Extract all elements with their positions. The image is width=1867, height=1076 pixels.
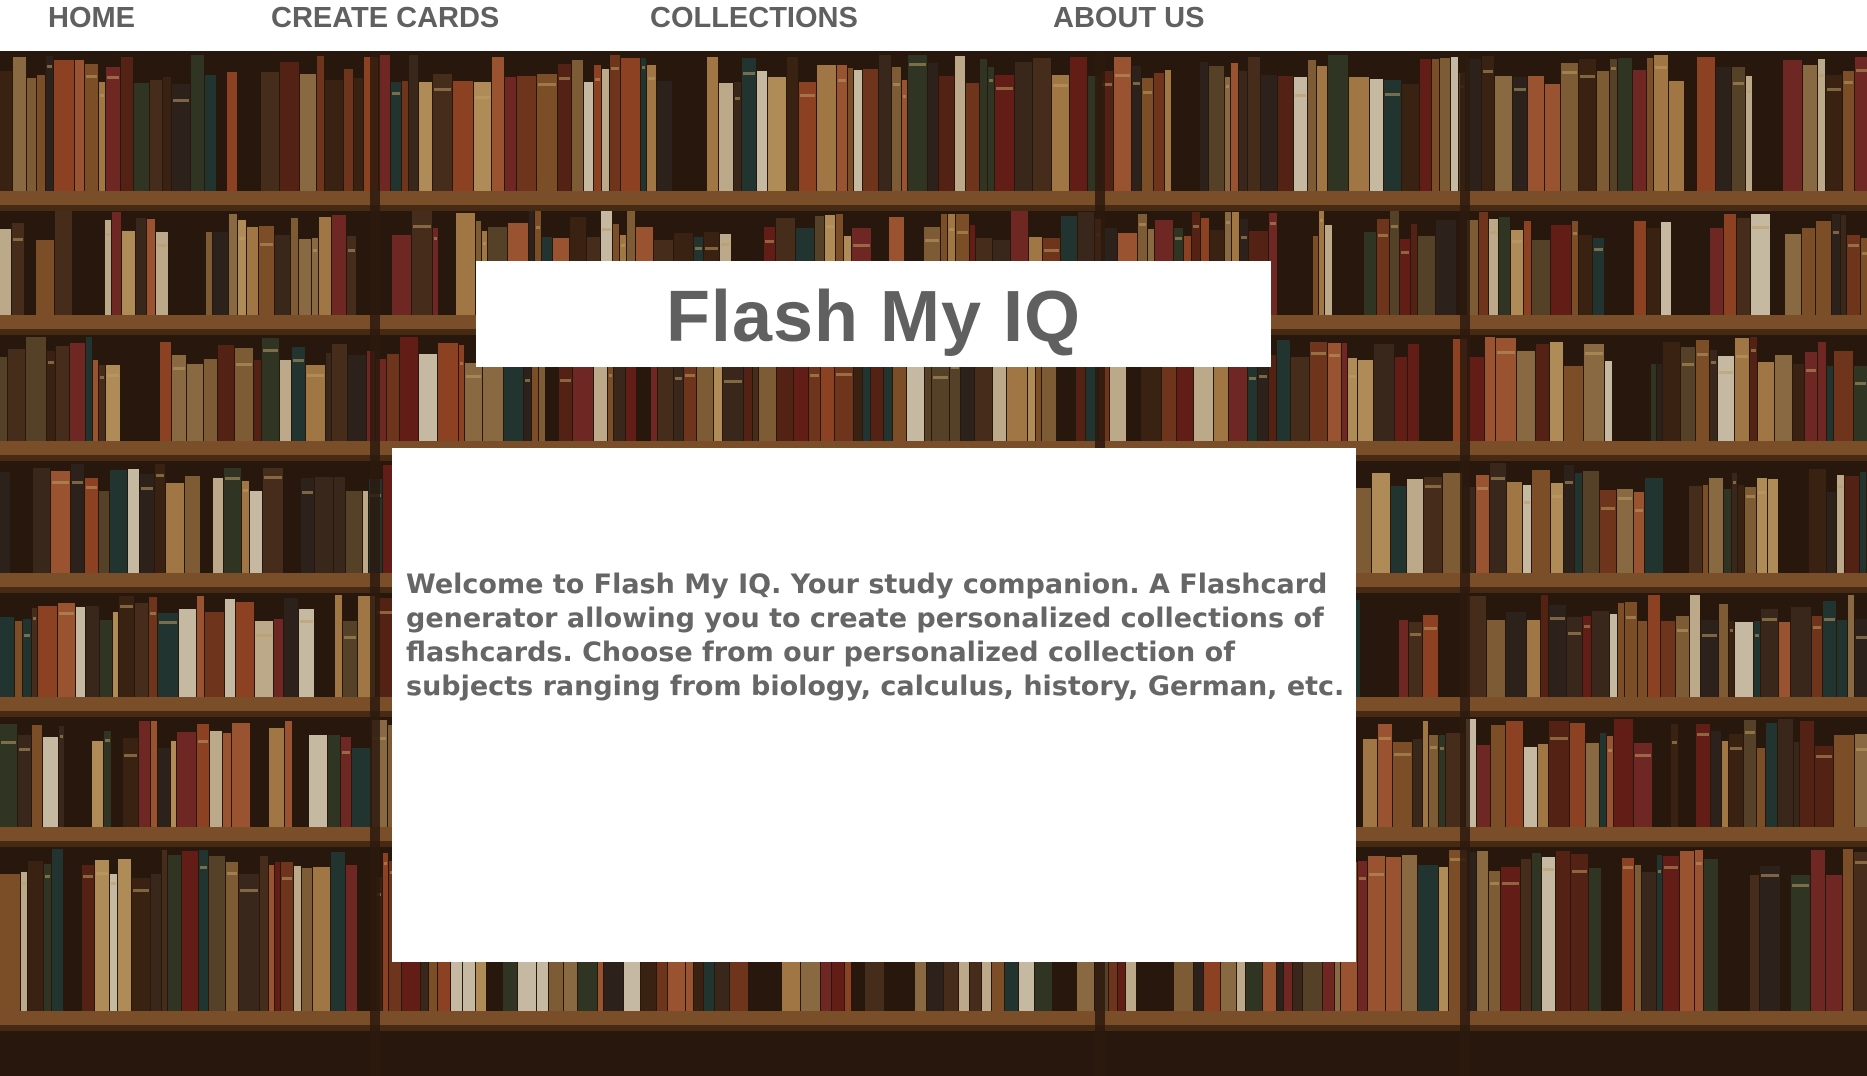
nav-about-us-link[interactable]: ABOUT US: [1053, 0, 1204, 36]
welcome-panel: Welcome to Flash My IQ. Your study compa…: [392, 448, 1356, 962]
top-navigation: HOME CREATE CARDS COLLECTIONS ABOUT US: [0, 0, 1867, 51]
nav-collections-link[interactable]: COLLECTIONS: [650, 0, 858, 36]
title-panel: Flash My IQ: [476, 261, 1271, 367]
welcome-description: Welcome to Flash My IQ. Your study compa…: [406, 569, 1345, 702]
nav-home-link[interactable]: HOME: [48, 0, 135, 36]
nav-create-cards-link[interactable]: CREATE CARDS: [271, 0, 499, 36]
site-title: Flash My IQ: [665, 277, 1082, 357]
